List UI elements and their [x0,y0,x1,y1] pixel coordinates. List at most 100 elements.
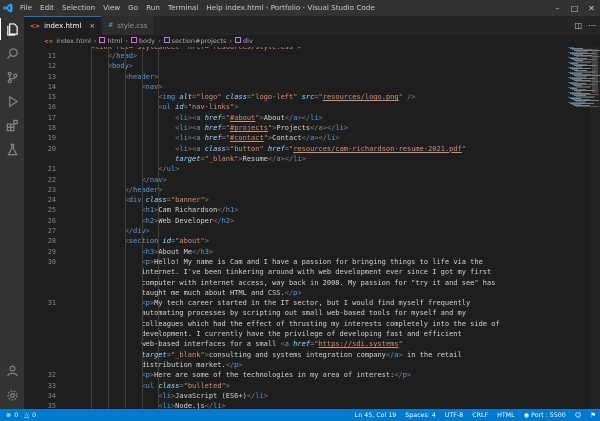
minimize-icon[interactable]: – [549,0,566,16]
code-token: </ [284,288,294,297]
code-line[interactable]: <ul id="nav-links"> [74,102,542,112]
code-token: > [221,402,226,409]
scrollbar-thumb[interactable] [592,49,598,93]
breadcrumb-item[interactable]: section#projects [163,37,226,45]
menu-item-selection[interactable]: Selection [58,0,99,16]
code-token: </ [301,134,311,143]
code-line[interactable]: <p>My tech career started in the IT sect… [74,298,542,308]
language-mode[interactable]: HTML [497,412,515,419]
code-lines[interactable]: <link rel="stylesheet" href="resources/s… [74,47,542,409]
code-token: Projects [276,124,311,133]
code-line[interactable]: <img alt="logo" class="logo-left" src="r… [74,92,542,102]
menu-item-edit[interactable]: Edit [36,0,58,16]
cursor-position[interactable]: Ln 45, Col 19 [355,412,397,419]
breadcrumb-item[interactable]: body [130,37,155,45]
code-line[interactable]: <li><a href="#contact">Contact</a></li> [74,133,542,143]
code-line[interactable]: automating processes by scripting out sm… [74,308,542,318]
code-line[interactable]: <ul class="bulleted"> [74,381,542,391]
code-line[interactable]: <h1>Cam Richardson</h1> [74,205,542,215]
run-debug-icon[interactable] [0,90,24,112]
code-line[interactable]: distribution market.</p> [74,360,542,370]
code-line[interactable]: computer with internet access, way back … [74,278,542,288]
code-token: target [141,350,167,359]
code-line[interactable]: <nav> [74,82,542,92]
menu-item-go[interactable]: Go [124,0,142,16]
code-line[interactable]: taught me much about HTML and CSS.</p> [74,288,542,298]
code-token: development. I currently have the privil… [141,330,462,339]
code-token: >< [187,144,197,153]
breadcrumb-item[interactable]: html [99,37,122,45]
code-line[interactable]: <li><a class="button" href="resources/ca… [74,144,542,154]
line-number: 16 [47,103,56,112]
vertical-scrollbar[interactable] [590,47,600,409]
indentation[interactable]: Spaces: 4 [405,412,436,419]
code-line[interactable]: </header> [74,185,542,195]
source-control-icon[interactable] [0,66,24,88]
account-icon[interactable] [0,359,24,381]
notifications-bell-icon[interactable]: ⚑ [590,412,596,419]
code-token: h2 [145,216,155,225]
status-bar: ⊗ 0 △ 0 Ln 45, Col 19 Spaces: 4 UTF-8 CR… [0,409,600,421]
settings-gear-icon[interactable] [0,384,24,406]
code-line[interactable]: <li><a href="#about">About</a></li> [74,113,542,123]
tab-index-html[interactable]: <> index.html × [24,16,103,35]
code-line[interactable]: <h2>Web Developer</h2> [74,216,542,226]
code-token: class [145,196,167,205]
code-line[interactable]: web-based interfaces for a small <a href… [74,339,542,349]
code-token: id [175,103,184,112]
menu-item-run[interactable]: Run [142,0,164,16]
breadcrumb-item[interactable]: <> index.html [44,37,91,45]
encoding[interactable]: UTF-8 [445,412,463,419]
code-line[interactable]: </div> [74,226,542,236]
code-line[interactable]: <body> [74,61,542,71]
code-line[interactable]: target="_blank">Resume</a></li> [74,154,542,164]
code-token: > [162,175,167,184]
code-line[interactable]: <header> [74,72,542,82]
code-line[interactable]: <li><a href="#projects">Projects</a></li… [74,123,542,133]
code-line[interactable]: <p>Here are some of the technologies in … [74,370,542,380]
menu-item-file[interactable]: File [16,0,36,16]
code-token: > [204,196,209,205]
extensions-icon[interactable] [0,114,24,136]
menu-bar: File Edit Selection View Go Run Terminal Help [16,0,227,16]
code-line[interactable]: target="_blank">consulting and systems i… [74,350,542,360]
code-line[interactable]: </head> [74,51,542,61]
search-icon[interactable] [0,42,24,64]
code-line[interactable]: <section id="about"> [74,236,542,246]
code-line[interactable]: <li>Node.js</li> [74,401,542,409]
error-count[interactable]: 0 [14,412,18,419]
code-line[interactable]: colleagues which had the effect of thrus… [74,319,542,329]
breadcrumb: <> index.html › html › body › section#projects ›… [24,35,600,47]
code-token: > [128,62,134,71]
test-flask-icon[interactable] [0,138,24,160]
menu-item-terminal[interactable]: Terminal [164,0,202,16]
code-line[interactable]: </nav> [74,175,542,185]
line-endings[interactable]: CRLF [472,412,488,419]
code-editor[interactable]: 11 12 13 14 15 16 17 18 19 20 21 22 23 24 25 26 27 28 29 30… [24,47,600,409]
menu-item-view[interactable]: View [99,0,124,16]
error-icon[interactable]: ⊗ [6,412,11,419]
maximize-icon[interactable]: □ [566,0,583,16]
explorer-icon[interactable] [0,18,24,40]
tab-style-css[interactable]: # style.css [102,16,155,35]
feedback-icon[interactable]: ☺ [575,412,582,419]
code-line[interactable]: <p>Hello! My name is Cam and I have a pa… [74,257,542,267]
close-icon[interactable]: ✕ [583,0,600,16]
code-token: consulting and systems integration compa… [208,350,386,359]
breadcrumb-label: div [243,37,253,45]
breadcrumb-item[interactable]: div [235,37,253,45]
code-line[interactable]: <li>JavaScript (ES6+)</li> [74,391,542,401]
more-actions-icon[interactable]: ⋯ [588,21,596,30]
code-line[interactable]: <h3>About Me</h3> [74,247,542,257]
code-line[interactable]: <div class="banner"> [74,195,542,205]
warning-icon[interactable]: △ [24,412,29,419]
close-tab-icon[interactable]: × [89,22,95,30]
live-server-port[interactable]: ◉ Port : 5500 [524,412,566,419]
code-token: ul [162,103,176,112]
code-line[interactable]: internet. I've been tinkering around wit… [74,267,542,277]
code-line[interactable]: development. I currently have the privil… [74,329,542,339]
warning-count[interactable]: 0 [32,412,36,419]
menu-item-help[interactable]: Help [202,0,226,16]
code-line[interactable]: </ul> [74,164,542,174]
split-editor-icon[interactable]: ◫ [574,21,582,30]
